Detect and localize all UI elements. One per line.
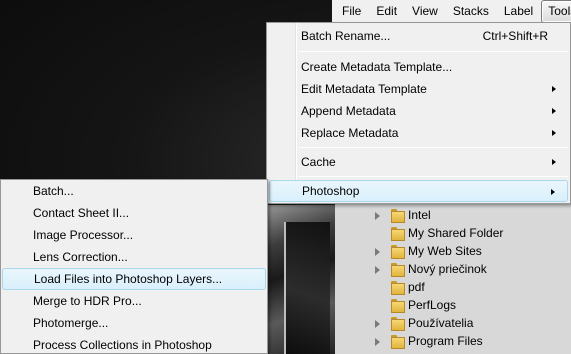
menu-item-merge-to-hdr[interactable]: Merge to HDR Pro... [2, 290, 266, 312]
menu-edit[interactable]: Edit [369, 0, 404, 23]
submenu-arrow-icon [552, 130, 556, 136]
menu-item-replace-metadata[interactable]: Replace Metadata [269, 122, 568, 144]
folder-icon [391, 317, 405, 331]
menu-item-label: Image Processor... [33, 228, 134, 242]
photoshop-submenu: Batch... Contact Sheet II... Image Proce… [0, 179, 268, 354]
expand-arrow-icon[interactable] [375, 212, 380, 220]
menu-item-label: Cache [301, 155, 336, 169]
menu-item-label: Photomerge... [33, 316, 109, 330]
menu-separator [299, 176, 568, 177]
shortcut-label: Ctrl+Shift+R [482, 29, 548, 43]
menu-item-label: Edit Metadata Template [301, 82, 427, 96]
menu-bar: File Edit View Stacks Label Tools [332, 0, 571, 24]
menu-item-label: Load Files into Photoshop Layers... [34, 272, 223, 286]
folder-icon [391, 209, 405, 223]
expand-arrow-icon[interactable] [375, 320, 380, 328]
menu-item-label: Photoshop [302, 184, 360, 198]
menu-file[interactable]: File [335, 0, 368, 23]
expand-arrow-icon[interactable] [375, 266, 380, 274]
menu-item-photoshop[interactable]: Photoshop [269, 180, 568, 202]
tree-item-label: Intel [408, 208, 431, 222]
submenu-arrow-icon [552, 86, 556, 92]
folder-icon [391, 245, 405, 259]
tree-item-label: My Shared Folder [408, 226, 504, 240]
folder-icon [391, 335, 405, 349]
menu-item-create-metadata-template[interactable]: Create Metadata Template... [269, 56, 568, 78]
menu-item-label: Replace Metadata [301, 126, 399, 140]
menu-item-label: Merge to HDR Pro... [33, 294, 142, 308]
menu-item-cache[interactable]: Cache [269, 151, 568, 173]
menu-item-lens-correction[interactable]: Lens Correction... [2, 246, 266, 268]
menu-item-edit-metadata-template[interactable]: Edit Metadata Template [269, 78, 568, 100]
menu-item-append-metadata[interactable]: Append Metadata [269, 100, 568, 122]
tools-menu: Batch Rename... Ctrl+Shift+R Create Meta… [266, 22, 571, 204]
folder-icon [391, 281, 405, 295]
menu-item-load-files-into-layers[interactable]: Load Files into Photoshop Layers... [2, 268, 266, 290]
menu-tools[interactable]: Tools [541, 0, 571, 23]
submenu-arrow-icon [551, 189, 555, 195]
tree-item-label: Program Files [408, 334, 483, 348]
menu-separator [299, 147, 568, 148]
menu-separator [299, 51, 568, 52]
tree-item-label: My Web Sites [408, 244, 482, 258]
expand-arrow-icon[interactable] [375, 248, 380, 256]
submenu-arrow-icon [552, 159, 556, 165]
folder-icon [391, 227, 405, 241]
tree-item-label: Používatelia [408, 316, 474, 330]
expand-arrow-icon[interactable] [375, 338, 380, 346]
photo-thumbnail-detail [284, 222, 330, 354]
menu-item-label: Process Collections in Photoshop [33, 338, 212, 352]
menu-item-label: Lens Correction... [33, 250, 128, 264]
menu-label[interactable]: Label [497, 0, 540, 23]
menu-item-label: Batch... [33, 184, 74, 198]
tree-item-label: Nový priečinok [408, 262, 487, 276]
menu-item-image-processor[interactable]: Image Processor... [2, 224, 266, 246]
menu-item-photomerge[interactable]: Photomerge... [2, 312, 266, 334]
menu-item-label: Contact Sheet II... [33, 206, 130, 220]
menu-item-label: Create Metadata Template... [301, 60, 453, 74]
folder-icon [391, 299, 405, 313]
menu-item-label: Batch Rename... [301, 29, 391, 43]
menu-item-process-collections[interactable]: Process Collections in Photoshop [2, 334, 266, 354]
menu-stacks[interactable]: Stacks [446, 0, 496, 23]
folder-icon [391, 263, 405, 277]
submenu-arrow-icon [552, 108, 556, 114]
menu-item-label: Append Metadata [301, 104, 396, 118]
menu-view[interactable]: View [405, 0, 445, 23]
tree-item-label: pdf [408, 280, 425, 294]
menu-item-batch[interactable]: Batch... [2, 180, 266, 202]
menu-item-contact-sheet[interactable]: Contact Sheet II... [2, 202, 266, 224]
tree-item-label: PerfLogs [408, 298, 457, 312]
menu-item-batch-rename[interactable]: Batch Rename... Ctrl+Shift+R [269, 25, 568, 47]
